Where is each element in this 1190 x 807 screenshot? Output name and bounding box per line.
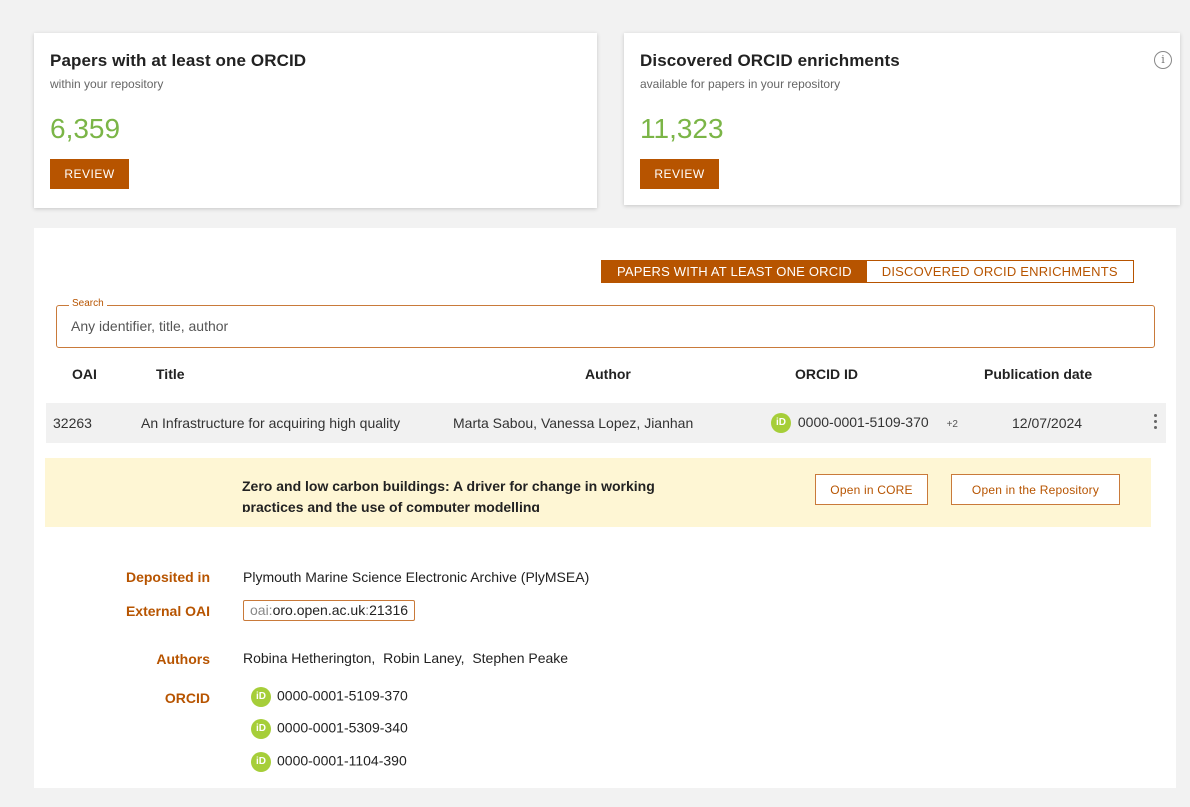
review-button[interactable]: REVIEW <box>50 159 129 189</box>
authors-value: Robina Hetherington, Robin Laney, Stephe… <box>243 650 569 666</box>
column-header-orcid-id[interactable]: ORCID ID <box>795 366 858 382</box>
orcid-label: ORCID <box>164 690 210 706</box>
card-count: 6,359 <box>50 113 121 144</box>
orcid-id: 0000-0001-5309-340 <box>277 719 408 736</box>
card-subtitle: within your repository <box>50 77 164 91</box>
search-label: Search <box>69 298 107 309</box>
card-title: Discovered ORCID enrichments <box>640 51 900 70</box>
external-oai-label: External OAI <box>125 603 210 619</box>
card-title: Papers with at least one ORCID <box>50 51 307 70</box>
author-cell: Marta Sabou, Vanessa Lopez, Jianhan <box>453 415 694 431</box>
deposited-label: Deposited in <box>125 569 210 585</box>
info-icon[interactable]: i <box>1154 51 1172 69</box>
search-field: Search <box>56 298 1155 348</box>
oai-id: 21316 <box>369 602 409 618</box>
open-in-core-button[interactable]: Open in CORE <box>815 474 928 505</box>
expanded-paper-header: Zero and low carbon buildings: A driver … <box>45 458 1151 527</box>
orcid-icon: iD <box>251 687 271 707</box>
orcid-cell: iD 0000-0001-5109-370 +2 <box>771 413 958 433</box>
authors-label: Authors <box>156 651 210 667</box>
orcid-more-count[interactable]: +2 <box>947 419 958 430</box>
orcid-list-item[interactable]: iD 0000-0001-5109-370 <box>251 687 408 707</box>
column-header-oai[interactable]: OAI <box>72 366 97 382</box>
card-count: 11,323 <box>640 113 724 144</box>
tab-papers-with-orcid[interactable]: PAPERS WITH AT LEAST ONE ORCID <box>602 261 867 282</box>
papers-panel: PAPERS WITH AT LEAST ONE ORCID DISCOVERE… <box>34 228 1176 788</box>
external-oai-value[interactable]: oai:oro.open.ac.uk:21316 <box>243 600 416 621</box>
column-header-publication-date[interactable]: Publication date <box>984 366 1092 382</box>
review-button[interactable]: REVIEW <box>640 159 719 189</box>
oai-cell: 32263 <box>53 415 92 431</box>
title-cell: An Infrastructure for acquiring high qua… <box>141 415 401 431</box>
oai-host: oro.open.ac.uk <box>272 602 366 618</box>
paper-title: Zero and low carbon buildings: A driver … <box>242 478 655 512</box>
orcid-list-item[interactable]: iD 0000-0001-1104-390 <box>251 752 407 772</box>
orcid-enrichments-card: Discovered ORCID enrichments available f… <box>624 33 1180 205</box>
orcid-id[interactable]: 0000-0001-5109-370 <box>798 414 929 430</box>
open-in-repository-button[interactable]: Open in the Repository <box>951 474 1120 505</box>
orcid-papers-card: Papers with at least one ORCID within yo… <box>34 33 597 208</box>
row-menu-icon[interactable] <box>1152 414 1158 432</box>
date-cell: 12/07/2024 <box>1012 415 1083 431</box>
table-row[interactable]: 32263 An Infrastructure for acquiring hi… <box>46 403 1166 443</box>
search-input[interactable] <box>71 318 1131 334</box>
orcid-icon: iD <box>771 413 791 433</box>
view-toggle: PAPERS WITH AT LEAST ONE ORCID DISCOVERE… <box>601 260 1134 283</box>
orcid-list-item[interactable]: iD 0000-0001-5309-340 <box>251 719 408 739</box>
deposited-value: Plymouth Marine Science Electronic Archi… <box>243 569 590 585</box>
tab-discovered-enrichments[interactable]: DISCOVERED ORCID ENRICHMENTS <box>866 261 1133 282</box>
orcid-id: 0000-0001-5109-370 <box>277 687 408 704</box>
column-header-author[interactable]: Author <box>585 366 631 382</box>
orcid-icon: iD <box>251 719 271 739</box>
card-subtitle: available for papers in your repository <box>640 77 841 91</box>
oai-prefix: oai: <box>250 602 273 618</box>
orcid-icon: iD <box>251 752 271 772</box>
orcid-id: 0000-0001-1104-390 <box>277 752 407 769</box>
column-header-title[interactable]: Title <box>156 366 185 382</box>
